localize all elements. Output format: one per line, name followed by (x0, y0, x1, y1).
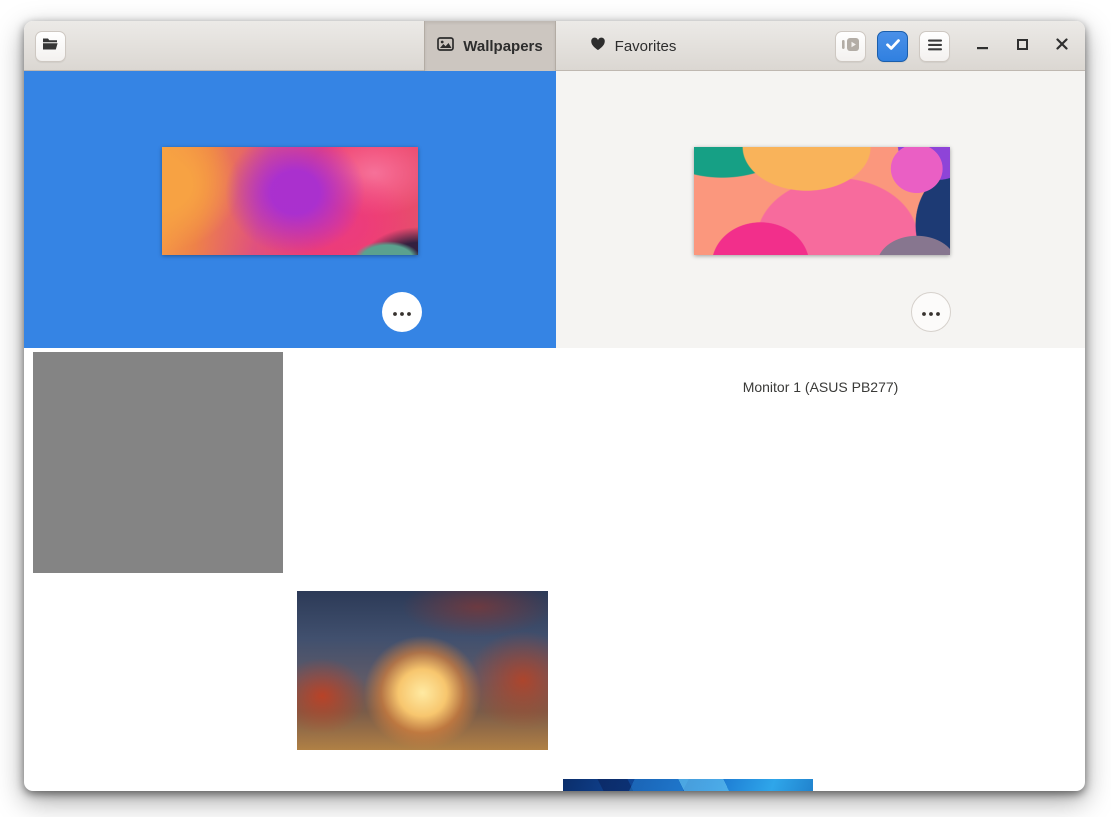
tab-wallpapers[interactable]: Wallpapers (424, 21, 556, 71)
check-icon (885, 38, 901, 56)
wallpaper-item-autumn-forest-path[interactable] (297, 591, 548, 750)
open-folder-button[interactable] (35, 31, 66, 62)
monitor-0-wallpaper-thumbnail[interactable] (162, 147, 418, 255)
monitor-panel-1[interactable]: Monitor 1 (ASUS PB277) (556, 71, 1085, 348)
apply-wallpaper-button[interactable] (877, 31, 908, 62)
wallpaper-app-window: Wallpapers Favorites (24, 21, 1085, 791)
tab-favorites[interactable]: Favorites (560, 21, 706, 71)
maximize-button[interactable] (1005, 21, 1039, 71)
ellipsis-icon (393, 303, 411, 321)
slideshow-icon (841, 37, 860, 57)
monitor-panel-0[interactable]: Monitor 0 (27GL850) (24, 71, 556, 348)
maximize-icon (1017, 37, 1028, 55)
slideshow-preview-button[interactable] (835, 31, 866, 62)
monitor-1-options-button[interactable] (911, 292, 951, 332)
tab-label: Favorites (615, 38, 677, 55)
wallpaper-item-gray-placeholder[interactable] (33, 352, 283, 573)
monitor-1-wallpaper-thumbnail[interactable] (694, 147, 950, 255)
close-button[interactable] (1045, 21, 1079, 71)
minimize-button[interactable] (965, 21, 999, 71)
wallpaper-item-light-blue-geometric[interactable] (563, 779, 813, 791)
hamburger-menu-icon (928, 38, 942, 56)
close-icon (1056, 37, 1068, 55)
monitor-1-label: Monitor 1 (ASUS PB277) (556, 379, 1085, 395)
main-menu-button[interactable] (919, 31, 950, 62)
minimize-icon (977, 37, 988, 55)
heart-icon (590, 37, 606, 55)
ellipsis-icon (922, 303, 940, 321)
folder-open-icon (42, 37, 59, 56)
monitor-0-options-button[interactable] (382, 292, 422, 332)
tab-label: Wallpapers (463, 38, 542, 55)
image-icon (437, 37, 454, 55)
titlebar: Wallpapers Favorites (24, 21, 1085, 71)
